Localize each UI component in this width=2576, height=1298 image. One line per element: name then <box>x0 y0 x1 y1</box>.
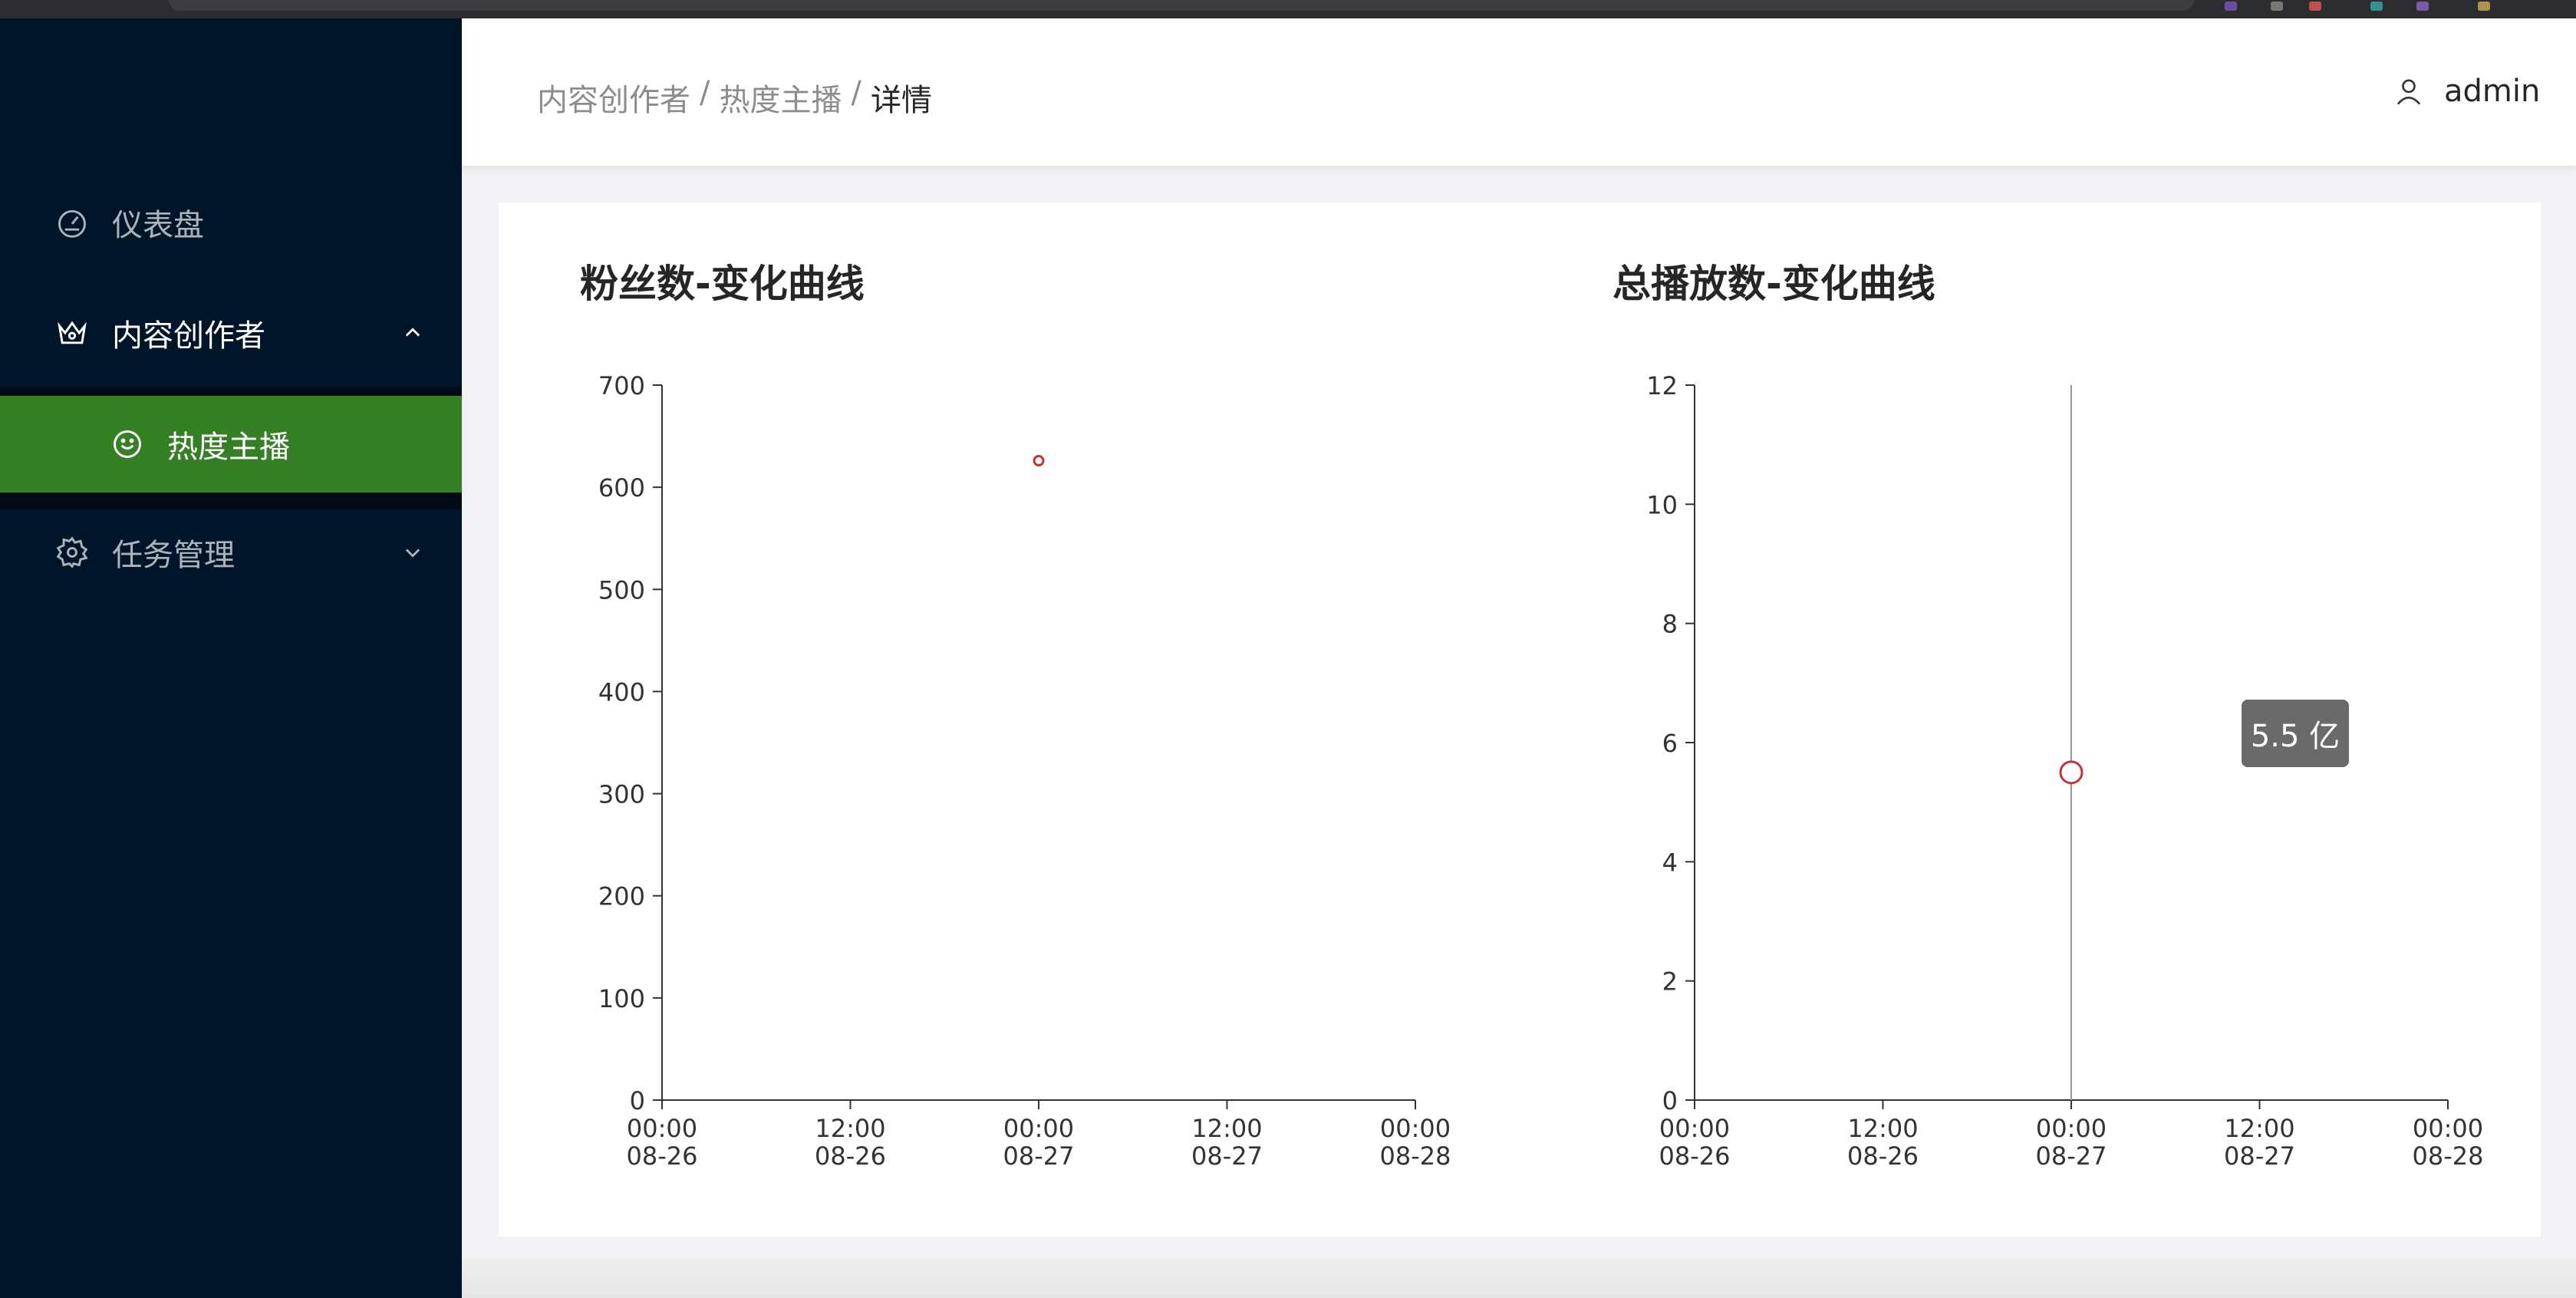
extension-icon[interactable] <box>2271 2 2283 11</box>
y-tick-label: 0 <box>1662 1086 1678 1115</box>
breadcrumb-item-content-creators[interactable]: 内容创作者 <box>537 75 690 120</box>
x-tick-label: 12:00 <box>1847 1114 1918 1143</box>
breadcrumb-item-hot-streamers[interactable]: 热度主播 <box>719 75 842 120</box>
y-tick-label: 12 <box>1646 371 1678 400</box>
x-tick-label: 08-27 <box>1191 1142 1263 1171</box>
data-point <box>1033 455 1045 467</box>
y-tick-label: 200 <box>598 882 645 911</box>
x-tick-label: 08-27 <box>1003 1142 1075 1171</box>
dashboard-icon <box>54 204 91 241</box>
extension-icon[interactable] <box>2478 2 2490 11</box>
smile-icon <box>109 426 146 463</box>
extension-icon[interactable] <box>2416 2 2429 11</box>
breadcrumb-item-detail: 详情 <box>870 83 932 118</box>
breadcrumb: 内容创作者 / 热度主播 / 详情 <box>537 75 932 120</box>
extension-icon[interactable] <box>2370 2 2383 11</box>
browser-top-strip <box>0 0 2576 18</box>
x-tick-label: 08-28 <box>2413 1142 2484 1171</box>
sidebar: 仪表盘 内容创作者 热度主播 任务管理 <box>0 18 462 1298</box>
x-tick-label: 00:00 <box>1380 1114 1451 1143</box>
breadcrumb-separator: / <box>851 75 861 110</box>
user-menu[interactable]: admin <box>2392 74 2576 109</box>
y-tick-label: 8 <box>1662 610 1678 639</box>
x-tick-label: 08-27 <box>2036 1142 2107 1171</box>
x-tick-label: 08-27 <box>2224 1142 2295 1171</box>
chart-tooltip: 5.5 亿 <box>2242 700 2349 767</box>
extension-icon[interactable] <box>2309 2 2321 11</box>
bottom-area <box>462 1258 2576 1298</box>
sidebar-item-content-creators[interactable]: 内容创作者 <box>0 287 462 379</box>
sidebar-item-dashboard[interactable]: 仪表盘 <box>0 176 462 268</box>
chevron-down-icon <box>400 540 425 565</box>
y-tick-label: 6 <box>1662 729 1678 758</box>
sidebar-item-label: 仪表盘 <box>112 208 204 243</box>
x-tick-label: 12:00 <box>815 1114 885 1143</box>
x-tick-label: 08-26 <box>1659 1142 1731 1171</box>
x-tick-label: 00:00 <box>1659 1114 1730 1143</box>
sidebar-item-label: 热度主播 <box>167 430 290 465</box>
sidebar-item-task-management[interactable]: 任务管理 <box>0 506 462 598</box>
y-tick-label: 700 <box>598 371 645 400</box>
y-tick-label: 10 <box>1646 490 1678 519</box>
sidebar-item-label: 内容创作者 <box>112 318 265 354</box>
y-tick-label: 400 <box>598 677 645 707</box>
charts-svg: 010020030040050060070000:0008-2612:0008-… <box>598 371 2484 1171</box>
data-point <box>2059 760 2084 785</box>
user-icon <box>2392 74 2426 108</box>
chevron-up-icon <box>400 321 425 345</box>
x-tick-label: 12:00 <box>1191 1114 1262 1143</box>
y-tick-label: 0 <box>630 1086 645 1115</box>
x-tick-label: 12:00 <box>2224 1114 2294 1143</box>
y-tick-label: 100 <box>598 984 645 1013</box>
x-tick-label: 08-26 <box>627 1142 698 1171</box>
gear-icon <box>54 534 91 571</box>
y-tick-label: 500 <box>598 575 645 605</box>
y-tick-label: 4 <box>1662 848 1678 877</box>
y-tick-label: 2 <box>1662 967 1678 997</box>
sidebar-item-hot-streamers[interactable]: 热度主播 <box>0 396 462 493</box>
crown-icon <box>54 315 91 351</box>
x-tick-label: 00:00 <box>2413 1114 2483 1143</box>
x-tick-label: 08-26 <box>815 1142 886 1171</box>
x-tick-label: 00:00 <box>627 1114 697 1143</box>
x-tick-label: 00:00 <box>2036 1114 2107 1143</box>
page-header: 内容创作者 / 热度主播 / 详情 admin <box>462 18 2576 166</box>
extension-icon[interactable] <box>2225 2 2237 11</box>
username: admin <box>2444 74 2541 109</box>
y-tick-label: 600 <box>598 473 645 502</box>
x-tick-label: 00:00 <box>1003 1114 1074 1143</box>
content-card: 粉丝数-变化曲线 总播放数-变化曲线 0 100 200 300 400 500 600 70… <box>499 203 2541 1237</box>
x-tick-label: 08-26 <box>1847 1142 1919 1171</box>
sidebar-item-label: 任务管理 <box>112 538 235 573</box>
x-tick-label: 08-28 <box>1380 1142 1451 1171</box>
y-tick-label: 300 <box>598 780 645 809</box>
breadcrumb-separator: / <box>700 75 710 110</box>
browser-url-bar[interactable] <box>169 0 2194 11</box>
